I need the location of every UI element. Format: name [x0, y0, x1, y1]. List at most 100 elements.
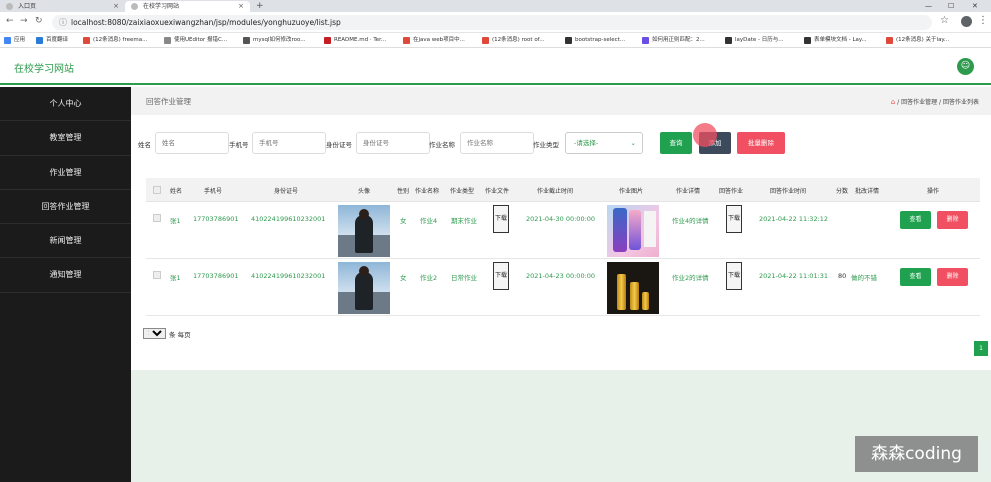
delete-button[interactable]: 删除 — [937, 211, 968, 229]
delete-button[interactable]: 删除 — [937, 268, 968, 286]
bookmark-item[interactable]: layDate - 日历与... — [725, 33, 784, 47]
phone-shape — [629, 210, 641, 250]
menu-kebab-icon[interactable]: ⋮ — [978, 15, 988, 26]
sidebar-item-notice[interactable]: 通知管理 — [0, 258, 131, 293]
site-brand[interactable]: 在校学习网站 — [14, 60, 74, 75]
cell-hw-detail[interactable]: 作业4的详情 — [672, 215, 709, 225]
bookmark-apps[interactable]: 应用 — [4, 33, 25, 47]
sidebar-item-answer-homework[interactable]: 回答作业管理 — [0, 190, 131, 225]
back-icon[interactable]: ← — [6, 16, 14, 26]
user-icon[interactable]: ☺ — [957, 58, 974, 75]
chevron-down-icon: ⌄ — [630, 139, 636, 147]
bookmark-item[interactable]: (12条消息) 关于lay... — [886, 33, 949, 47]
maximize-button[interactable]: ☐ — [948, 0, 954, 12]
column-header: 回答作业 — [719, 188, 744, 195]
homework-image — [607, 262, 659, 314]
sidebar-item-classroom[interactable]: 教室管理 — [0, 121, 131, 156]
id-card-label: 身份证号 — [326, 141, 352, 149]
hw-type-select[interactable]: -请选择- ⌄ — [565, 132, 643, 154]
tab-favicon-icon — [131, 3, 138, 10]
page-number-button[interactable]: 1 — [974, 341, 988, 356]
bookmark-item[interactable]: 表单模块文档 - Lay... — [804, 33, 867, 47]
cell-hw-detail[interactable]: 作业2的详情 — [672, 272, 709, 282]
select-all-checkbox[interactable] — [153, 186, 161, 194]
name-input[interactable] — [155, 132, 229, 154]
bookmark-item[interactable]: bootstrap-select... — [565, 33, 625, 47]
bookmark-favicon-icon — [324, 37, 331, 44]
bookmark-item[interactable]: mysql如何修改roo... — [243, 33, 306, 47]
phone-input[interactable] — [252, 132, 326, 154]
table-header: 姓名 手机号 身份证号 头像 性别 作业名称 作业类型 作业文件 作业截止时间 … — [146, 178, 980, 202]
sidebar-item-homework[interactable]: 作业管理 — [0, 156, 131, 190]
close-window-button[interactable]: ✕ — [972, 0, 978, 12]
batch-delete-button[interactable]: 批量删除 — [737, 132, 785, 154]
column-header: 分数 — [836, 188, 849, 195]
download-answer-button[interactable]: 下载 — [726, 262, 742, 290]
column-header: 操作 — [927, 188, 940, 195]
column-header: 手机号 — [204, 188, 223, 195]
avatar — [338, 205, 390, 257]
cell-score: 80 — [838, 272, 847, 280]
browser-tab-bar: 入口页 × 在校学习网站 × + — ☐ ✕ — [0, 0, 991, 12]
content-panel: 回答作业管理 ⌂ / 回答作业管理 / 回答作业列表 姓名 手机号 身份证号 作… — [131, 87, 991, 370]
column-header: 性别 — [397, 188, 410, 195]
bookmark-favicon-icon — [886, 37, 893, 44]
bookmark-star-icon[interactable]: ☆ — [940, 15, 949, 26]
table-row: 张1 17703786901 410224199610232001 女 作业2 … — [146, 259, 980, 316]
tab-label: 在校学习网站 — [143, 3, 180, 10]
minimize-button[interactable]: — — [925, 0, 932, 12]
column-header: 姓名 — [170, 188, 183, 195]
page-title: 回答作业管理 — [146, 97, 191, 106]
profile-icon[interactable] — [961, 16, 972, 27]
bookmark-item[interactable]: (12条消息) root of... — [482, 33, 544, 47]
view-button[interactable]: 查看 — [900, 268, 931, 286]
home-icon[interactable]: ⌂ — [891, 98, 895, 106]
bookmark-item[interactable]: (12条消息) freema... — [83, 33, 147, 47]
browser-tab-entry[interactable]: 入口页 × — [0, 1, 125, 12]
click-indicator — [693, 123, 717, 147]
forward-icon[interactable]: → — [20, 16, 28, 26]
bookmark-item[interactable]: 百度翻译 — [36, 33, 68, 47]
avatar-person — [355, 215, 373, 253]
column-header: 作业类型 — [450, 188, 475, 195]
row-checkbox[interactable] — [153, 271, 161, 279]
name-label: 姓名 — [138, 141, 151, 149]
info-icon[interactable]: ⓘ — [59, 17, 67, 28]
query-button[interactable]: 查询 — [660, 132, 692, 154]
bookmark-item[interactable]: README.md · Ter... — [324, 33, 386, 47]
breadcrumb-item[interactable]: 回答作业管理 — [901, 99, 937, 106]
page-size-select[interactable]: 10 — [143, 328, 166, 339]
download-file-button[interactable]: 下载 — [493, 262, 509, 290]
id-card-input[interactable] — [356, 132, 430, 154]
page-size-label: 条 每页 — [169, 331, 191, 339]
table-row: 张1 17703786901 410224199610232001 女 作业4 … — [146, 202, 980, 259]
tab-close-icon[interactable]: × — [238, 1, 244, 12]
bookmark-item[interactable]: 如何用正则匹配：2... — [642, 33, 705, 47]
bookmark-favicon-icon — [804, 37, 811, 44]
tab-close-icon[interactable]: × — [113, 1, 119, 12]
cell-hw-name: 作业2 — [420, 274, 438, 282]
bookmark-favicon-icon — [482, 37, 489, 44]
bookmark-item[interactable]: 使用UEditor 报错C... — [164, 33, 227, 47]
bookmark-favicon-icon — [243, 37, 250, 44]
download-answer-button[interactable]: 下载 — [726, 205, 742, 233]
browser-tab-active[interactable]: 在校学习网站 × — [125, 1, 250, 12]
sidebar-item-profile[interactable]: 个人中心 — [0, 87, 131, 122]
bookmark-favicon-icon — [642, 37, 649, 44]
breadcrumb-sep: / — [939, 99, 942, 106]
reload-icon[interactable]: ↻ — [35, 16, 43, 26]
download-file-button[interactable]: 下载 — [493, 205, 509, 233]
cell-hw-type: 日常作业 — [451, 274, 477, 282]
app-header: 在校学习网站 ☺ — [0, 48, 991, 85]
bookmark-favicon-icon — [725, 37, 732, 44]
search-form: 姓名 手机号 身份证号 作业名称 作业类型 -请选择- ⌄ 查询 添加 批量删除 — [131, 131, 991, 155]
hw-name-input[interactable] — [460, 132, 534, 154]
breadcrumb-item: 回答作业列表 — [942, 99, 979, 106]
row-checkbox[interactable] — [153, 214, 161, 222]
url-text: localhost:8080/zaixiaoxuexiwangzhan/jsp/… — [71, 18, 341, 27]
new-tab-button[interactable]: + — [256, 0, 264, 12]
view-button[interactable]: 查看 — [900, 211, 931, 229]
url-field[interactable]: ⓘ localhost:8080/zaixiaoxuexiwangzhan/js… — [52, 15, 932, 30]
sidebar-item-news[interactable]: 新闻管理 — [0, 224, 131, 259]
bookmark-item[interactable]: 在java web项目中... — [403, 33, 465, 47]
